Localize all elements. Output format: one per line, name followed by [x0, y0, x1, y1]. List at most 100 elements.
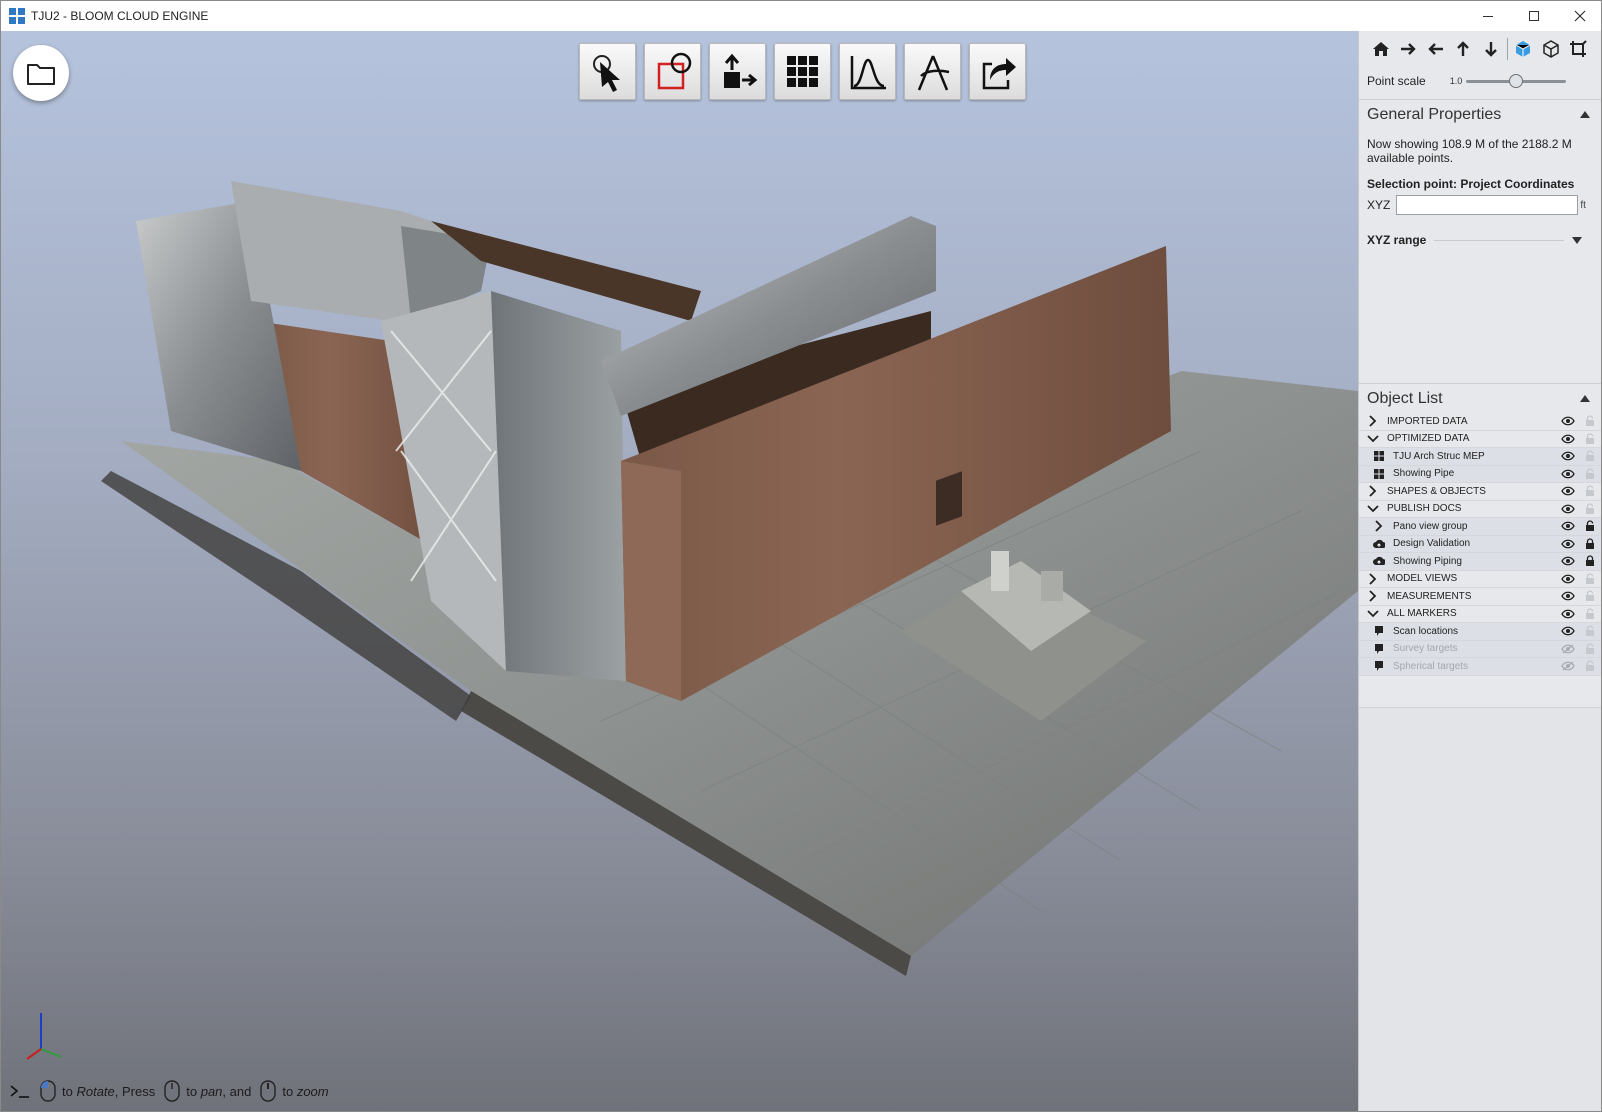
- unlock-icon[interactable]: [1585, 572, 1595, 585]
- unlock-icon[interactable]: [1585, 415, 1595, 427]
- point-scale-slider[interactable]: [1466, 73, 1567, 88]
- unlock-icon[interactable]: [1585, 467, 1595, 480]
- orthographic-view-button[interactable]: [1537, 36, 1565, 62]
- visibility-eye-icon[interactable]: [1561, 504, 1575, 514]
- unlock-icon[interactable]: [1585, 625, 1595, 637]
- object-list-row[interactable]: Showing Pipe: [1359, 465, 1601, 483]
- unlock-icon[interactable]: [1585, 432, 1595, 445]
- visibility-eye-icon[interactable]: [1561, 591, 1575, 601]
- object-list-row[interactable]: Spherical targets: [1359, 658, 1601, 676]
- object-list-row[interactable]: Showing Piping: [1359, 553, 1601, 571]
- view-right-button[interactable]: [1395, 36, 1423, 62]
- unlock-icon[interactable]: [1585, 520, 1595, 532]
- crop-button[interactable]: [1565, 36, 1593, 62]
- console-icon[interactable]: [9, 1083, 31, 1099]
- unlock-icon[interactable]: [1585, 450, 1595, 462]
- object-list-title: Object List: [1367, 389, 1443, 407]
- visibility-eye-icon[interactable]: [1561, 469, 1575, 479]
- hint-rotate: Rotate: [76, 1083, 115, 1099]
- object-list-row[interactable]: MEASUREMENTS: [1359, 588, 1601, 606]
- visibility-eye-icon[interactable]: [1561, 451, 1575, 461]
- object-list-row[interactable]: PUBLISH DOCS: [1359, 500, 1601, 518]
- compass-icon: [917, 55, 949, 90]
- chevron-down-icon[interactable]: [1367, 433, 1379, 445]
- chevron-right-icon[interactable]: [1367, 415, 1379, 427]
- select-tool-button[interactable]: [579, 43, 636, 100]
- unlock-icon[interactable]: [1585, 642, 1595, 655]
- open-project-button[interactable]: [13, 45, 69, 101]
- share-tool-button[interactable]: [969, 43, 1026, 100]
- object-list-row[interactable]: SHAPES & OBJECTS: [1359, 483, 1601, 501]
- unlock-icon[interactable]: [1585, 485, 1595, 497]
- unlock-icon[interactable]: [1585, 660, 1595, 672]
- xyz-range-toggle[interactable]: XYZ range: [1367, 233, 1596, 247]
- visibility-eye-icon[interactable]: [1561, 609, 1575, 619]
- unlock-icon[interactable]: [1585, 502, 1595, 515]
- chevron-right-icon[interactable]: [1373, 520, 1385, 532]
- point-cloud-scene[interactable]: [1, 31, 1358, 1112]
- object-list-row[interactable]: Design Validation: [1359, 535, 1601, 553]
- clip-box-tool-button[interactable]: [644, 43, 701, 100]
- general-properties-header[interactable]: General Properties: [1359, 99, 1601, 129]
- visibility-eye-icon[interactable]: [1561, 486, 1575, 496]
- object-list-header[interactable]: Object List: [1359, 383, 1601, 413]
- grid-view-tool-button[interactable]: [774, 43, 831, 100]
- lock-icon[interactable]: [1585, 537, 1595, 550]
- object-list-row[interactable]: OPTIMIZED DATA: [1359, 430, 1601, 448]
- view-up-button[interactable]: [1450, 36, 1478, 62]
- point-scale-value: 1.0: [1449, 76, 1463, 86]
- object-list-row-label: TJU Arch Struc MEP: [1393, 450, 1485, 462]
- object-list-row[interactable]: MODEL VIEWS: [1359, 570, 1601, 588]
- xyz-range-divider: [1434, 239, 1564, 241]
- object-list-row-label: Design Validation: [1393, 538, 1471, 550]
- visibility-eye-icon[interactable]: [1561, 539, 1575, 549]
- arrow-right-icon: [1401, 43, 1416, 55]
- xyz-input[interactable]: [1396, 195, 1579, 215]
- home-view-button[interactable]: [1367, 36, 1395, 62]
- perspective-cube-icon: [1516, 41, 1531, 57]
- view-left-button[interactable]: [1422, 36, 1450, 62]
- chevron-down-icon[interactable]: [1367, 503, 1379, 515]
- profile-tool-button[interactable]: [839, 43, 896, 100]
- measure-tool-button[interactable]: [904, 43, 961, 100]
- visibility-eye-icon[interactable]: [1561, 521, 1575, 531]
- hint-pan: pan: [200, 1083, 223, 1099]
- perspective-view-button[interactable]: [1510, 36, 1538, 62]
- maximize-icon[interactable]: [1511, 1, 1557, 31]
- point-scale-thumb[interactable]: [1509, 73, 1524, 88]
- visibility-eye-icon[interactable]: [1561, 661, 1575, 671]
- object-list-row[interactable]: TJU Arch Struc MEP: [1359, 448, 1601, 466]
- visibility-eye-icon[interactable]: [1561, 644, 1575, 654]
- hint-text-1: to: [62, 1083, 73, 1099]
- visibility-eye-icon[interactable]: [1561, 416, 1575, 426]
- close-icon[interactable]: [1557, 1, 1601, 31]
- visibility-eye-icon[interactable]: [1561, 626, 1575, 636]
- view-down-button[interactable]: [1477, 36, 1505, 62]
- minimize-icon[interactable]: [1465, 1, 1511, 31]
- object-list-row-label: PUBLISH DOCS: [1387, 503, 1462, 515]
- object-list-row[interactable]: ALL MARKERS: [1359, 605, 1601, 623]
- visibility-eye-icon[interactable]: [1561, 556, 1575, 566]
- export-points-tool-button[interactable]: [709, 43, 766, 100]
- unlock-icon[interactable]: [1585, 607, 1595, 620]
- lock-icon[interactable]: [1585, 555, 1595, 567]
- object-list-row[interactable]: Survey targets: [1359, 640, 1601, 658]
- chevron-right-icon[interactable]: [1367, 590, 1379, 602]
- export-box-icon: [723, 53, 757, 88]
- chevron-right-icon[interactable]: [1367, 573, 1379, 585]
- point-cloud-viewport[interactable]: to Rotate, Press to pan, and to zoom: [1, 31, 1358, 1112]
- object-list-row-label: MEASUREMENTS: [1387, 590, 1472, 602]
- object-list-row[interactable]: Scan locations: [1359, 623, 1601, 641]
- clip-box-icon: [657, 52, 691, 89]
- chevron-right-icon[interactable]: [1367, 485, 1379, 497]
- object-list-row[interactable]: IMPORTED DATA: [1359, 413, 1601, 431]
- unlock-icon[interactable]: [1585, 590, 1595, 602]
- chevron-down-icon[interactable]: [1367, 608, 1379, 620]
- visibility-eye-icon[interactable]: [1561, 574, 1575, 584]
- object-list-row-label: MODEL VIEWS: [1387, 573, 1458, 585]
- object-list-row[interactable]: Pano view group: [1359, 518, 1601, 536]
- object-list-row-label: IMPORTED DATA: [1387, 415, 1468, 427]
- visibility-eye-icon[interactable]: [1561, 434, 1575, 444]
- collapse-up-icon: [1580, 395, 1590, 402]
- object-list-row-label: Scan locations: [1393, 625, 1459, 637]
